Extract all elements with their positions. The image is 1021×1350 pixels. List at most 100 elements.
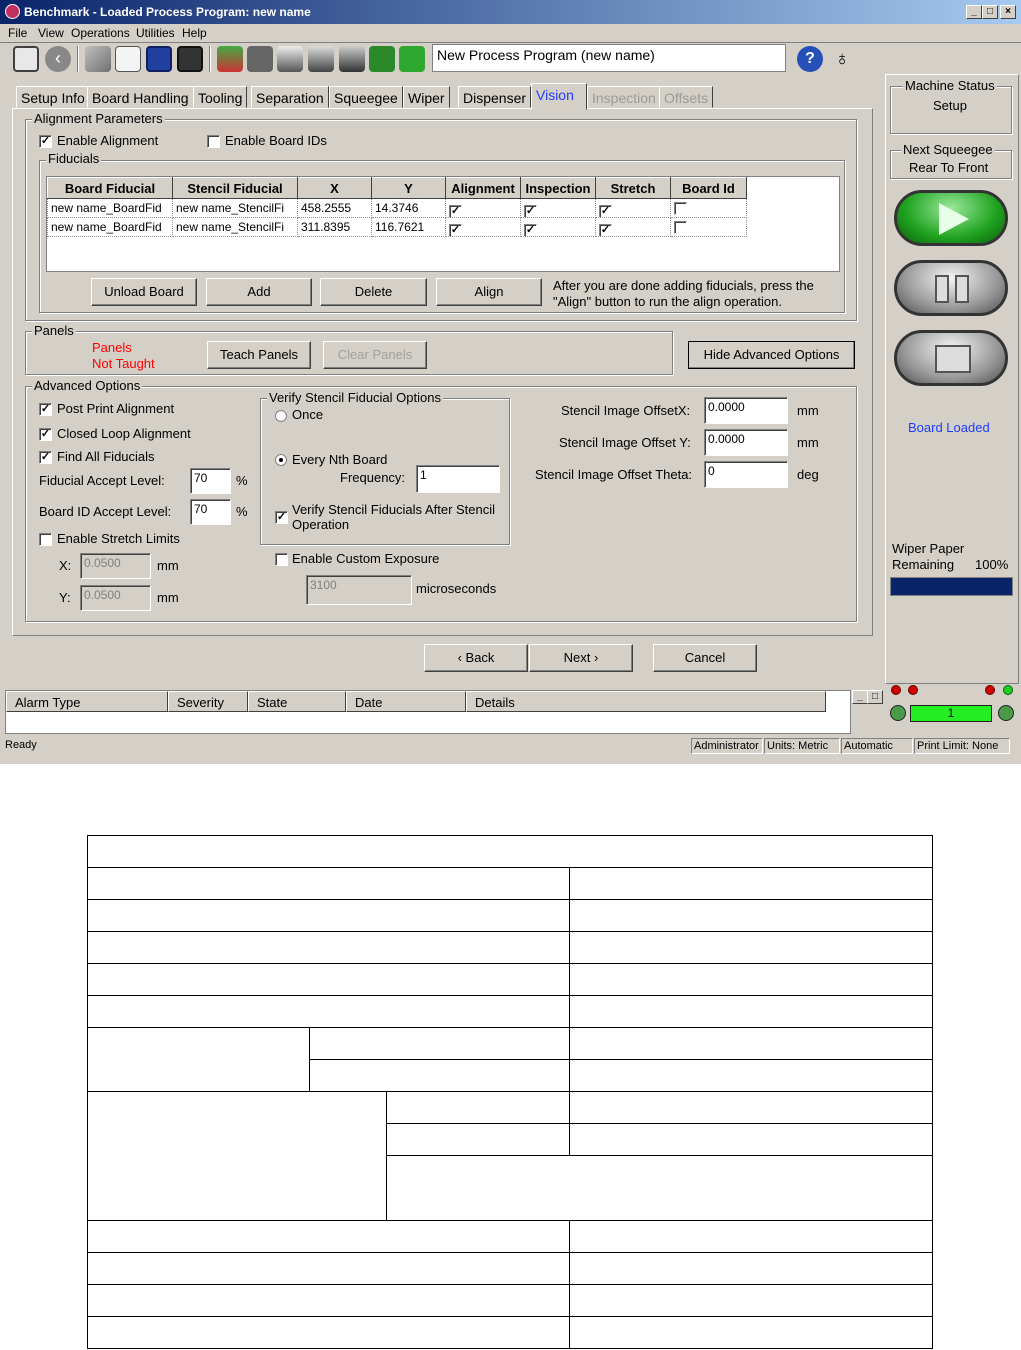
cancel-button[interactable]: Cancel [653,644,757,672]
tab-vision[interactable]: Vision [531,83,587,110]
closed-loop-alignment-checkbox[interactable]: ✓ [39,428,52,441]
stencil-offset-y-label: Stencil Image Offset Y: [559,435,691,450]
column-header[interactable]: Inspection [520,177,596,199]
menu-utilities[interactable]: Utilities [136,26,175,40]
panels-status-line1: Panels [92,340,132,355]
process-program-field[interactable]: New Process Program (new name) [432,44,786,72]
monitor-icon[interactable] [13,46,39,72]
tooling-icon[interactable] [247,46,273,72]
severity-header[interactable]: Severity [168,691,248,712]
enable-custom-exposure-checkbox[interactable] [275,553,288,566]
post-print-alignment-checkbox[interactable]: ✓ [39,403,52,416]
open-folder-icon[interactable] [85,46,111,72]
unload-board-button[interactable]: Unload Board [91,278,197,306]
inspection-checkbox[interactable]: ✓ [524,223,537,236]
stencil-offset-x-input[interactable]: 0.0000 [704,397,788,424]
tab-separation[interactable]: Separation [251,86,329,108]
separation-icon[interactable] [277,46,303,72]
board-fiducial-cell[interactable]: new name_BoardFid [47,198,173,218]
enable-alignment-checkbox[interactable]: ✓ [39,135,52,148]
menu-operations[interactable]: Operations [71,26,130,40]
every-nth-board-radio[interactable] [275,454,287,466]
fiducials-label: Fiducials [46,151,102,166]
enable-board-ids-checkbox[interactable] [207,135,220,148]
stretch-checkbox[interactable]: ✓ [599,223,612,236]
tab-wiper[interactable]: Wiper [403,86,450,108]
squeegee-icon[interactable] [308,46,334,72]
tab-board-handling[interactable]: Board Handling [87,86,194,108]
date-header[interactable]: Date [346,691,466,712]
board-id-checkbox[interactable] [674,202,687,215]
board-id-accept-level-input[interactable]: 70 [190,499,231,525]
alignment-parameters-label: Alignment Parameters [32,111,165,126]
once-radio[interactable] [275,410,287,422]
table-row[interactable]: new name_BoardFid new name_StencilFi 458… [47,198,747,218]
back-button[interactable]: ‹ Back [424,644,528,672]
tab-squeegee[interactable]: Squeegee [329,86,403,108]
save-icon[interactable] [146,46,172,72]
column-header[interactable]: Alignment [445,177,521,199]
stretch-checkbox[interactable]: ✓ [599,204,612,217]
maximize-button[interactable]: □ [982,5,998,19]
menu-file[interactable]: File [8,26,27,40]
y-cell[interactable]: 14.3746 [371,198,446,218]
state-header[interactable]: State [248,691,346,712]
recycle-icon[interactable] [399,46,425,72]
alarm-restore-button[interactable]: □ [867,690,883,704]
pause-button[interactable] [894,260,1008,316]
alarm-minimize-button[interactable]: _ [852,690,868,704]
y-cell[interactable]: 116.7621 [371,217,446,237]
verify-after-stencil-checkbox[interactable]: ✓ [275,511,288,524]
stencil-offset-y-input[interactable]: 0.0000 [704,429,788,456]
menu-help[interactable]: Help [182,26,207,40]
alignment-checkbox[interactable]: ✓ [449,204,462,217]
play-button[interactable] [894,190,1008,246]
tab-setup-info[interactable]: Setup Info [16,86,90,108]
board-icon[interactable] [217,46,243,72]
inspection-checkbox[interactable]: ✓ [524,204,537,217]
alarm-type-header[interactable]: Alarm Type [6,691,168,712]
add-fiducial-button[interactable]: Add [206,278,312,306]
alignment-checkbox[interactable]: ✓ [449,223,462,236]
table-row[interactable]: new name_BoardFid new name_StencilFi 311… [47,217,747,237]
board-id-checkbox[interactable] [674,221,687,234]
alarm-list[interactable]: Alarm Type Severity State Date Details [5,690,851,734]
frequency-input[interactable]: 1 [416,465,500,493]
wiper-icon[interactable] [369,46,395,72]
tab-dispenser[interactable]: Dispenser [458,86,532,108]
column-header[interactable]: Y [371,177,446,199]
teach-panels-button[interactable]: Teach Panels [207,341,311,369]
minimize-button[interactable]: _ [966,5,982,19]
tab-offsets: Offsets [659,86,714,108]
x-cell[interactable]: 311.8395 [297,217,372,237]
next-button[interactable]: Next › [529,644,633,672]
stencil-offset-theta-input[interactable]: 0 [704,461,788,488]
align-button[interactable]: Align [436,278,542,306]
close-button[interactable]: × [1000,5,1016,19]
details-header[interactable]: Details [466,691,826,712]
stencil-fiducial-cell[interactable]: new name_StencilFi [172,217,298,237]
tab-tooling[interactable]: Tooling [193,86,248,108]
hide-advanced-options-button[interactable]: Hide Advanced Options [688,341,855,369]
column-header[interactable]: Board Fiducial [47,177,173,199]
dispenser-icon[interactable] [339,46,365,72]
delete-fiducial-button[interactable]: Delete [320,278,427,306]
help-icon[interactable]: ? [797,46,823,72]
menu-view[interactable]: View [38,26,64,40]
stop-button[interactable] [894,330,1008,386]
back-arrow-icon[interactable]: ‹ [45,46,71,72]
save-as-icon[interactable] [177,46,203,72]
column-header[interactable]: Board Id [670,177,747,199]
column-header[interactable]: X [297,177,372,199]
column-header[interactable]: Stencil Fiducial [172,177,298,199]
indicator-icon [998,705,1014,721]
x-cell[interactable]: 458.2555 [297,198,372,218]
stencil-fiducial-cell[interactable]: new name_StencilFi [172,198,298,218]
column-header[interactable]: Stretch [595,177,671,199]
find-all-fiducials-checkbox[interactable]: ✓ [39,451,52,464]
enable-stretch-limits-checkbox[interactable] [39,533,52,546]
fiducial-accept-level-input[interactable]: 70 [190,468,231,494]
notebook-icon[interactable] [115,46,141,72]
board-fiducial-cell[interactable]: new name_BoardFid [47,217,173,237]
tip-lightbulb-icon[interactable]: ♁ [829,46,855,72]
